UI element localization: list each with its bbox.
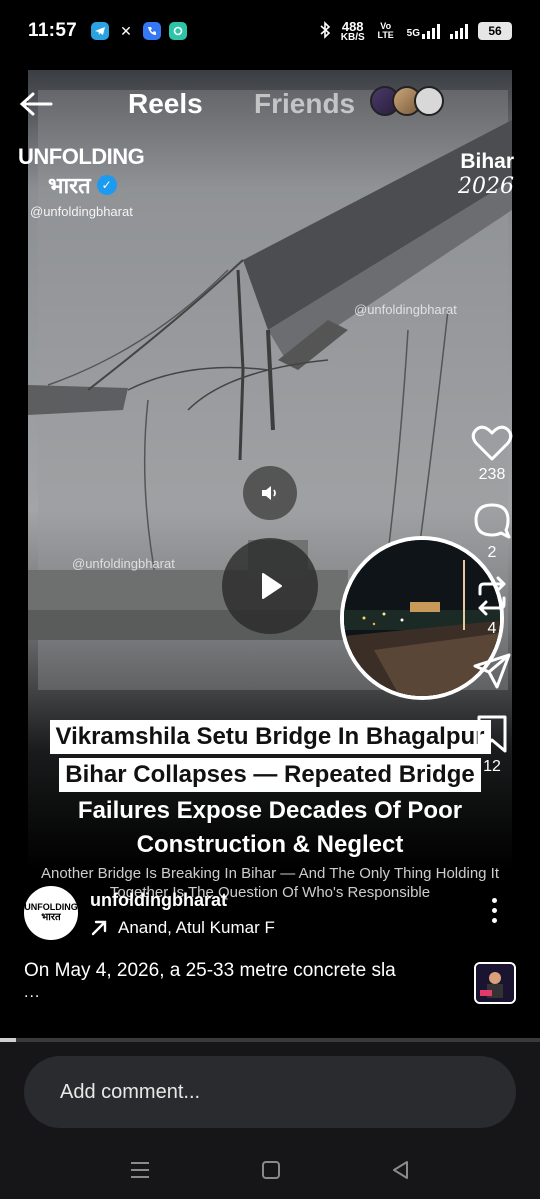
status-indicators: 488 KB/S Vo LTE 5G 56 <box>319 20 512 43</box>
volte-badge: Vo LTE <box>377 21 394 40</box>
share-button[interactable] <box>466 652 518 690</box>
net-speed: 488 KB/S <box>341 20 365 43</box>
brand-logo: UNFOLDING भारत ✓ @unfoldingbharat <box>18 144 158 219</box>
arrow-up-right-icon <box>91 920 107 936</box>
author-avatar-line1: UNFOLDING <box>24 902 78 912</box>
like-button[interactable]: 238 <box>466 424 518 484</box>
recent-apps-icon[interactable] <box>129 1160 151 1180</box>
caption-text[interactable]: On May 4, 2026, a 25-33 metre concrete s… <box>24 958 454 984</box>
back-button[interactable] <box>18 86 54 122</box>
signal-icon <box>450 23 468 39</box>
status-time: 11:57 <box>28 20 78 41</box>
author-avatar-line2: भारत <box>41 912 61 923</box>
author-row: UNFOLDING भारत unfoldingbharat Anand, At… <box>24 886 484 942</box>
tab-friends[interactable]: Friends <box>254 88 355 120</box>
author-name[interactable]: unfoldingbharat <box>90 890 227 911</box>
play-button[interactable] <box>222 538 318 634</box>
more-dot <box>491 908 497 913</box>
watermark-lower: @unfoldingbharat <box>72 556 175 571</box>
bluetooth-icon <box>319 20 331 42</box>
chat-app-icon <box>169 22 188 40</box>
more-options-button[interactable] <box>484 898 504 923</box>
brand-line1: UNFOLDING <box>18 144 145 169</box>
friend-avatar <box>414 86 444 116</box>
more-dot <box>491 918 497 923</box>
like-count: 238 <box>478 466 506 483</box>
repost-icon <box>478 576 506 616</box>
headline-line: Construction & Neglect <box>136 831 404 858</box>
telegram-icon <box>91 22 110 40</box>
state-name: Bihar <box>460 150 514 173</box>
mute-button[interactable] <box>243 466 297 520</box>
bookmark-icon <box>477 715 507 753</box>
network-type: 5G <box>406 28 420 39</box>
repost-button[interactable]: 4 <box>466 576 518 638</box>
friend-avatars[interactable] <box>370 86 444 116</box>
speaker-icon <box>262 486 276 500</box>
play-icon <box>262 573 282 599</box>
verified-icon: ✓ <box>96 175 117 195</box>
brand-handle: @unfoldingbharat <box>30 204 133 219</box>
reels-top-nav: Reels Friends <box>0 74 540 134</box>
tab-reels[interactable]: Reels <box>128 88 203 120</box>
headline: Vikramshila Setu Bridge In Bhagalpur Bih… <box>0 718 540 862</box>
heart-icon <box>471 425 513 461</box>
save-count: 12 <box>483 758 501 775</box>
back-arrow-icon <box>19 92 53 116</box>
headline-line: Failures Expose Decades Of Poor <box>77 797 463 824</box>
comment-count: 2 <box>487 544 497 561</box>
status-app-icons: ✕ <box>91 22 188 40</box>
collaborators[interactable]: Anand, Atul Kumar F <box>90 918 275 938</box>
status-bar: 11:57 ✕ 488 KB/S Vo LTE 5G 56 <box>0 0 540 62</box>
headline-line: Bihar Collapses — Repeated Bridge <box>59 758 481 792</box>
collaborators-text: Anand, Atul Kumar F <box>118 918 275 937</box>
audio-thumbnail[interactable] <box>474 962 516 1004</box>
repost-count: 4 <box>487 620 497 637</box>
comment-bubble-icon <box>474 503 511 539</box>
bottom-panel: Add comment... <box>0 1042 540 1199</box>
author-avatar[interactable]: UNFOLDING भारत <box>24 886 78 940</box>
caption-more[interactable]: ... <box>24 984 40 1002</box>
add-comment-input[interactable]: Add comment... <box>24 1056 516 1128</box>
state-year: 2026 <box>458 174 514 199</box>
watermark-upper: @unfoldingbharat <box>354 302 457 317</box>
comment-button[interactable]: 2 <box>466 500 518 562</box>
signal-5g-icon: 5G <box>407 23 440 39</box>
more-dot <box>491 898 497 903</box>
action-column: 238 2 4 12 <box>466 424 518 776</box>
home-icon[interactable] <box>261 1160 281 1180</box>
brand-line2-text: भारत <box>48 173 91 198</box>
battery-icon: 56 <box>478 22 512 40</box>
net-speed-value: 488 <box>341 18 364 34</box>
headline-line: Vikramshila Setu Bridge In Bhagalpur <box>49 720 491 754</box>
brand-line2: भारत ✓ <box>48 170 158 200</box>
net-speed-unit: KB/S <box>340 31 365 43</box>
add-comment-placeholder: Add comment... <box>60 1080 201 1103</box>
back-nav-icon[interactable] <box>391 1160 411 1180</box>
system-nav-bar <box>0 1150 540 1190</box>
phone-app-icon <box>143 22 162 40</box>
x-icon: ✕ <box>120 22 132 39</box>
save-button[interactable]: 12 <box>466 714 518 776</box>
state-tag: Bihar 2026 <box>458 150 514 199</box>
send-icon <box>473 653 511 689</box>
